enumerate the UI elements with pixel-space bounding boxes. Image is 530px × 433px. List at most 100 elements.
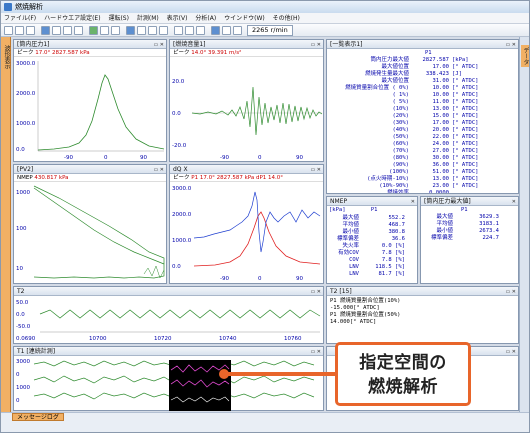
dp-label: dP1 [255,175,267,181]
x-tick: -90 [64,155,73,161]
menu-view[interactable]: 表示(V) [164,13,191,24]
cut-icon[interactable] [52,26,61,35]
help-icon[interactable] [222,26,231,35]
list-row-label: (70%) [392,148,409,154]
peak-label: ピーク [173,50,190,56]
maxp-row-label: 最小値 [436,228,453,234]
copy-icon[interactable] [63,26,72,35]
vibration-pane[interactable]: [燃焼音量1] ▭ ✕ ピーク 14.0° 39.391 m/s² 20.0 0.… [169,39,324,162]
list-pane[interactable]: [一覧表示1] ▭ ✕ P1 筒内圧力最大値 2827.587 [kPa] 最大値位置 1… [326,39,519,194]
vibration-plot[interactable]: 20.0 0.0 -20.0 -90 0 90 [170,57,323,161]
dqx-plot[interactable]: 3000.0 2000.0 1000.0 0.0 -90 0 90 [170,182,323,283]
pressure-pane[interactable]: [筒内圧力1] ▭ ✕ ピーク 17.0° 2827.587 kPa 3000.0… [13,39,167,162]
cursor-icon[interactable] [174,26,183,35]
list-row-value: 27.00 [432,148,449,154]
pressure-plot[interactable]: 3000.0 2000.0 1000.0 0.0 -90 0 90 [14,57,166,161]
list-row-label: 燃焼効率 [386,190,409,194]
message-log-tab[interactable]: メッセージログ [12,413,64,421]
menu-other[interactable]: その他(H) [270,13,303,24]
y-tick: 1000 [16,385,30,391]
zoom-in-icon[interactable] [148,26,157,35]
list-row-value: 13.00 [432,106,449,112]
menu-analysis[interactable]: 分析(A) [192,13,219,24]
peak-value: 2827.587 kPa [52,50,90,56]
pane-controls-icon[interactable]: ✕ [411,198,415,207]
list-row-unit: [° ATDC] [452,106,479,112]
t2-title-text: T2 [17,288,25,295]
run-icon[interactable] [89,26,98,35]
maxp-row-label: 平均値 [436,221,453,227]
t2-pane[interactable]: T2 ▭ ✕ 50.0 0.0 -50.0 0.0690 10700 10720 … [13,286,324,344]
pane-controls-icon[interactable]: ▭ ✕ [310,348,321,357]
print-icon[interactable] [41,26,50,35]
zoom-out-icon[interactable] [159,26,168,35]
maxp-row-value: 224.7 [482,235,499,241]
maxp-row: 平均値 3183.1 [423,221,516,228]
open-icon[interactable] [15,26,24,35]
pane-controls-icon[interactable]: ▭ ✕ [153,166,164,175]
pane-controls-icon[interactable]: ▭ ✕ [310,288,321,297]
y-tick: 3000.0 [172,186,192,192]
paste-icon[interactable] [74,26,83,35]
list-row-unit: [° ATDC] [452,169,479,175]
nmep-row-label: 最大値 [342,215,359,221]
list-row: (50%) 22.00 [° ATDC] [329,134,516,141]
x-tick: 90 [296,155,303,161]
pane-controls-icon[interactable]: ▭ ✕ [505,348,516,357]
menu-run[interactable]: 運転(S) [105,13,132,24]
pane-controls-icon[interactable]: ▭ ✕ [505,288,516,297]
pv-plot[interactable]: 1000 100 10 [14,182,166,283]
pane-controls-icon[interactable]: ▭ ✕ [505,41,516,50]
list-row-label: 筒内圧力最大値 [370,57,409,63]
x-tick: 90 [296,276,303,282]
y-tick: 3000.0 [16,61,36,67]
peak-label: ピーク [17,50,34,56]
stop-icon[interactable] [100,26,109,35]
list-row-label: 燃焼発生量最大値 [364,71,409,77]
list-row-label: 燃焼質量割合位置 ( 0%) [345,85,409,91]
menu-file[interactable]: ファイル(F) [1,13,39,24]
pv-noise [143,265,165,279]
list-table: P1 筒内圧力最大値 2827.587 [kPa] 最大値位置 17.00 [° ATDC… [327,49,518,194]
window-icon[interactable] [211,26,220,35]
record-icon[interactable] [111,26,120,35]
callout-dot [219,369,229,379]
new-icon[interactable] [4,26,13,35]
nmep-pane[interactable]: NMEP ✕ [kPa] P1 最大値 552.2 平均値 468.7 最小値 380.8 標… [326,196,418,284]
settings-icon[interactable] [196,26,205,35]
right-side-tab[interactable]: データ [519,37,529,412]
y-tick: 0.0 [172,264,181,270]
nmep-label: NMEP [17,175,33,181]
list-row-unit: [J] [452,71,462,77]
left-side-tab[interactable]: 波形表示 [1,37,11,412]
graph-icon[interactable] [126,26,135,35]
y-tick: 0.0 [172,111,181,117]
t2-plot[interactable]: 50.0 0.0 -50.0 0.0690 10700 10720 10740 … [14,296,323,344]
list-row: (10%) 13.00 [° ATDC] [329,106,516,113]
maxp-pane[interactable]: [筒内圧力最大値] ✕ P1 最大値 3629.3 平均値 3183.1 最小値 2673.… [420,196,519,284]
x-tick: 10720 [154,336,172,342]
nmep-pane-title: NMEP ✕ [327,197,417,206]
list-row-label: (30%) [392,120,409,126]
menu-window[interactable]: ウインドウ(W) [221,13,268,24]
list-col-header: P1 [425,50,432,56]
t2-text-line: -15.000[° ATDC] [330,305,380,311]
marker-icon[interactable] [185,26,194,35]
right-side-tab-label: データ [521,45,529,67]
save-icon[interactable] [26,26,35,35]
list-row-label: 最大値位置 [381,78,409,84]
table-icon[interactable] [137,26,146,35]
pane-controls-icon[interactable]: ✕ [512,198,516,207]
pv-pane[interactable]: [PV2] ▭ ✕ NMEP 430.817 kPa 1000 100 10 [13,164,167,284]
nmep-unit: [kPa] [329,207,346,213]
dqx-pane[interactable]: dQ X ▭ ✕ ピーク P1 17.0° 2827.587 kPa dP1 14… [169,164,324,284]
t2-text-pane[interactable]: T2 [15] ▭ ✕ P1 燃焼質量割合位置(10%) -15.000[° AT… [326,286,519,344]
pane-controls-icon[interactable]: ▭ ✕ [310,166,321,175]
menu-measure[interactable]: 計測(M) [134,13,162,24]
menu-hardware[interactable]: ハードウエア設定(E) [41,13,103,24]
pane-controls-icon[interactable]: ▭ ✕ [310,41,321,50]
selected-window[interactable] [169,360,231,411]
nmep-row: 標準偏差 36.6 [329,236,415,243]
pane-controls-icon[interactable]: ▭ ✕ [153,41,164,50]
list-row-unit: [° ATDC] [452,127,479,133]
